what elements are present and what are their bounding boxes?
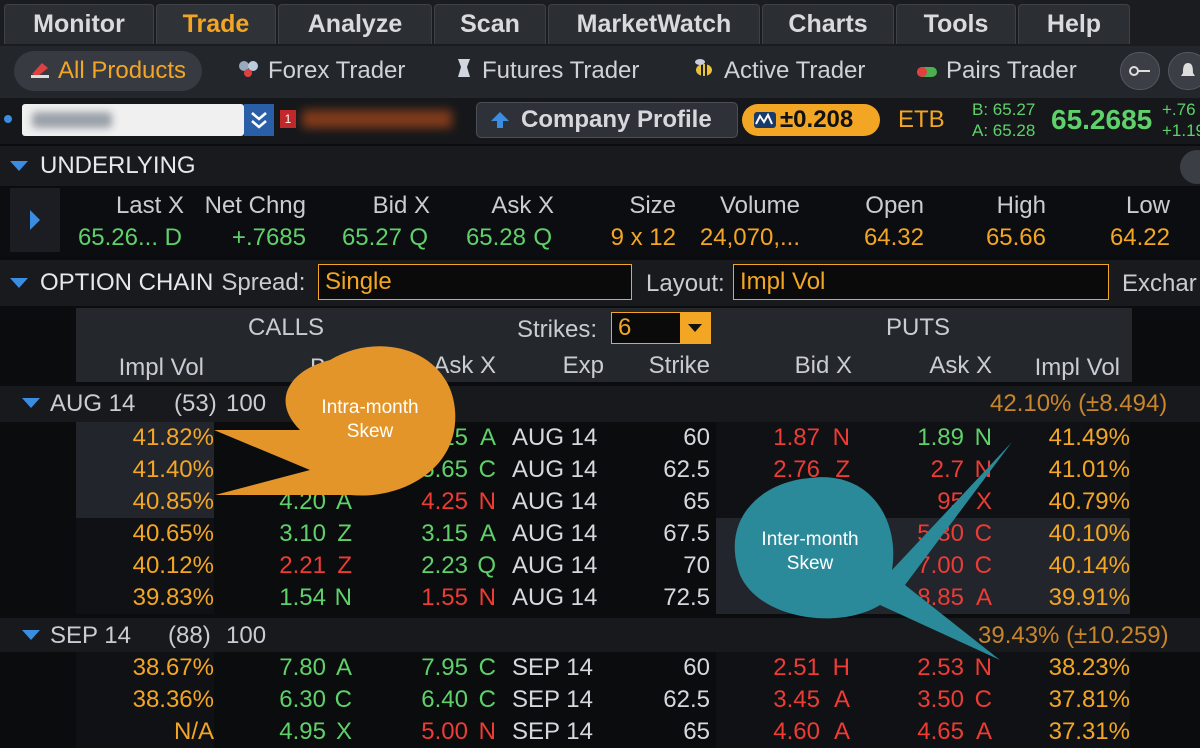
intra-month-callout-text: Intra-month Skew (321, 397, 419, 442)
callout-layer (214, 346, 1012, 660)
inter-month-callout-text: Inter-month Skew (761, 529, 859, 574)
